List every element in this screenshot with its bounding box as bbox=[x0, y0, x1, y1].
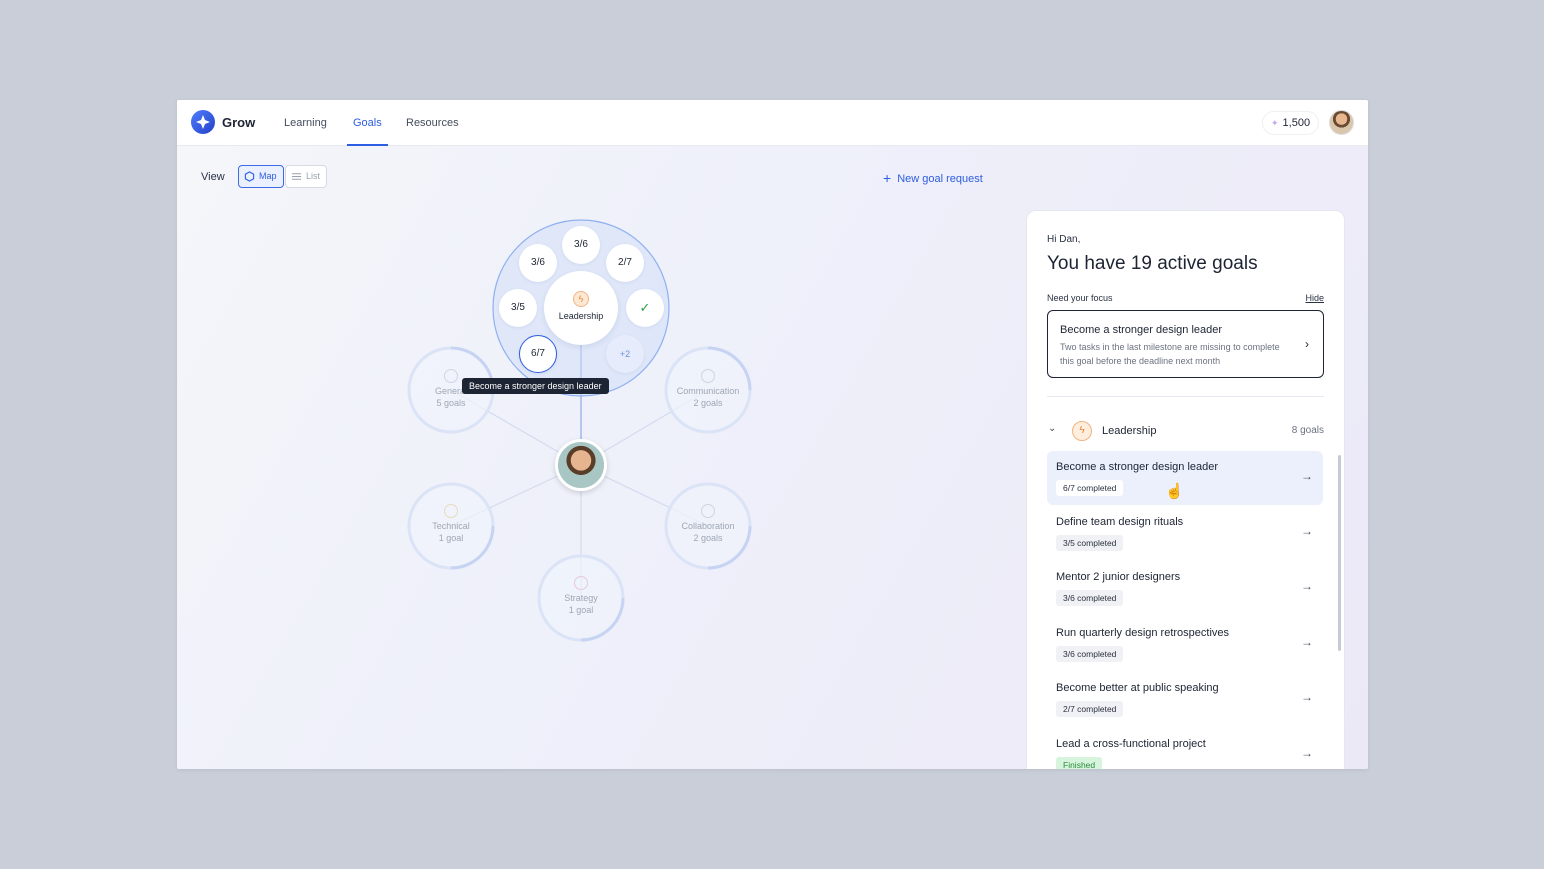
goals-panel: Hi Dan, You have 19 active goals Need yo… bbox=[1026, 210, 1345, 769]
main-area: View Map List + New goal request General… bbox=[177, 146, 1368, 769]
people-icon bbox=[701, 504, 715, 518]
strategy-icon bbox=[574, 576, 588, 590]
focus-card[interactable]: Become a stronger design leader Two task… bbox=[1047, 310, 1324, 378]
goal-status-badge: 3/6 completed bbox=[1056, 646, 1124, 662]
goal-title: Lead a cross-functional project bbox=[1056, 738, 1206, 750]
goal-row[interactable]: Become a stronger design leader 6/7 comp… bbox=[1047, 451, 1323, 505]
lightning-icon: ϟ bbox=[1072, 421, 1092, 441]
category-strategy-count: 1 goal bbox=[568, 605, 594, 615]
focus-card-title: Become a stronger design leader bbox=[1060, 324, 1223, 336]
goal-title: Define team design rituals bbox=[1056, 516, 1184, 528]
category-strategy[interactable]: Strategy 1 goal bbox=[539, 576, 623, 616]
category-strategy-name: Strategy bbox=[564, 593, 598, 603]
top-navbar: Grow Learning Goals Resources ✦ 1,500 bbox=[177, 100, 1368, 146]
arrow-right-icon: → bbox=[1301, 524, 1313, 538]
category-communication-name: Communication bbox=[676, 386, 740, 396]
leadership-node[interactable]: ϟ Leadership bbox=[544, 271, 618, 345]
goal-row[interactable]: Mentor 2 junior designers 3/6 completed … bbox=[1047, 561, 1323, 615]
arrow-right-icon: → bbox=[1301, 690, 1313, 704]
goal-title: Become better at public speaking bbox=[1056, 682, 1219, 694]
chevron-down-icon[interactable]: ⌄ bbox=[1048, 423, 1056, 434]
arrow-right-icon: → bbox=[1301, 635, 1313, 649]
goal-row[interactable]: Define team design rituals 3/5 completed… bbox=[1047, 506, 1323, 560]
goal-chip-selected[interactable]: 6/7 bbox=[519, 335, 557, 373]
category-technical[interactable]: Technical 1 goal bbox=[409, 504, 493, 544]
category-communication[interactable]: Communication 2 goals bbox=[666, 369, 750, 409]
app-window: Grow Learning Goals Resources ✦ 1,500 Vie… bbox=[177, 100, 1368, 769]
lightning-icon: ϟ bbox=[573, 291, 589, 307]
goal-chip-completed[interactable]: ✓ bbox=[626, 289, 664, 327]
points-badge[interactable]: ✦ 1,500 bbox=[1262, 111, 1320, 135]
panel-title: You have 19 active goals bbox=[1047, 253, 1258, 274]
hide-link[interactable]: Hide bbox=[1305, 293, 1324, 303]
leadership-node-label: Leadership bbox=[558, 311, 604, 321]
more-goals-chip[interactable]: +2 bbox=[606, 335, 644, 373]
focus-card-description: Two tasks in the last milestone are miss… bbox=[1060, 342, 1280, 366]
goal-chip[interactable]: 2/7 bbox=[606, 244, 644, 282]
group-count: 8 goals bbox=[1291, 425, 1324, 436]
goal-row[interactable]: Run quarterly design retrospectives 3/6 … bbox=[1047, 617, 1323, 671]
goal-status-badge: 2/7 completed bbox=[1056, 701, 1124, 717]
goal-status-badge: Finished bbox=[1056, 757, 1103, 769]
category-technical-count: 1 goal bbox=[438, 533, 464, 543]
pointer-cursor-icon: ☝ bbox=[1165, 483, 1184, 500]
category-communication-count: 2 goals bbox=[693, 398, 723, 408]
scrollbar[interactable] bbox=[1338, 455, 1341, 651]
goal-status-badge: 6/7 completed bbox=[1056, 480, 1124, 496]
briefcase-icon bbox=[444, 504, 458, 518]
goal-status-badge: 3/5 completed bbox=[1056, 535, 1124, 551]
category-collaboration[interactable]: Collaboration 2 goals bbox=[666, 504, 750, 544]
brand-name: Grow bbox=[222, 115, 256, 130]
arrow-right-icon: → bbox=[1301, 579, 1313, 593]
goal-row[interactable]: Become better at public speaking 2/7 com… bbox=[1047, 672, 1323, 726]
goal-chip[interactable]: 3/6 bbox=[519, 244, 557, 282]
category-technical-name: Technical bbox=[432, 521, 470, 531]
divider bbox=[1047, 396, 1324, 397]
focus-label: Need your focus bbox=[1047, 293, 1113, 303]
category-collaboration-name: Collaboration bbox=[681, 521, 735, 531]
check-icon: ✓ bbox=[639, 300, 651, 315]
goal-tooltip: Become a stronger design leader bbox=[462, 378, 609, 394]
goal-status-badge: 3/6 completed bbox=[1056, 590, 1124, 606]
nav-resources[interactable]: Resources bbox=[406, 100, 459, 146]
goal-title: Run quarterly design retrospectives bbox=[1056, 627, 1230, 639]
chevron-right-icon: › bbox=[1305, 337, 1309, 351]
arrow-right-icon: → bbox=[1301, 469, 1313, 483]
nav-learning[interactable]: Learning bbox=[284, 100, 327, 146]
goal-chip[interactable]: 3/5 bbox=[499, 289, 537, 327]
greeting: Hi Dan, bbox=[1047, 234, 1081, 245]
goal-row[interactable]: Lead a cross-functional project Finished… bbox=[1047, 728, 1323, 769]
user-profile-node[interactable] bbox=[555, 439, 607, 491]
category-general-count: 5 goals bbox=[436, 398, 466, 408]
arrow-right-icon: → bbox=[1301, 746, 1313, 760]
nav-goals[interactable]: Goals bbox=[347, 100, 388, 146]
globe-icon bbox=[444, 369, 458, 383]
sparkle-icon: ✦ bbox=[1271, 118, 1279, 128]
goal-title: Become a stronger design leader bbox=[1056, 461, 1219, 473]
goal-chip[interactable]: 3/6 bbox=[562, 226, 600, 264]
chat-icon bbox=[701, 369, 715, 383]
grow-logo-icon[interactable] bbox=[191, 110, 215, 134]
goal-title: Mentor 2 junior designers bbox=[1056, 571, 1181, 583]
user-avatar[interactable] bbox=[1329, 110, 1354, 135]
group-name: Leadership bbox=[1102, 425, 1157, 437]
points-value: 1,500 bbox=[1282, 117, 1311, 129]
category-collaboration-count: 2 goals bbox=[693, 533, 723, 543]
